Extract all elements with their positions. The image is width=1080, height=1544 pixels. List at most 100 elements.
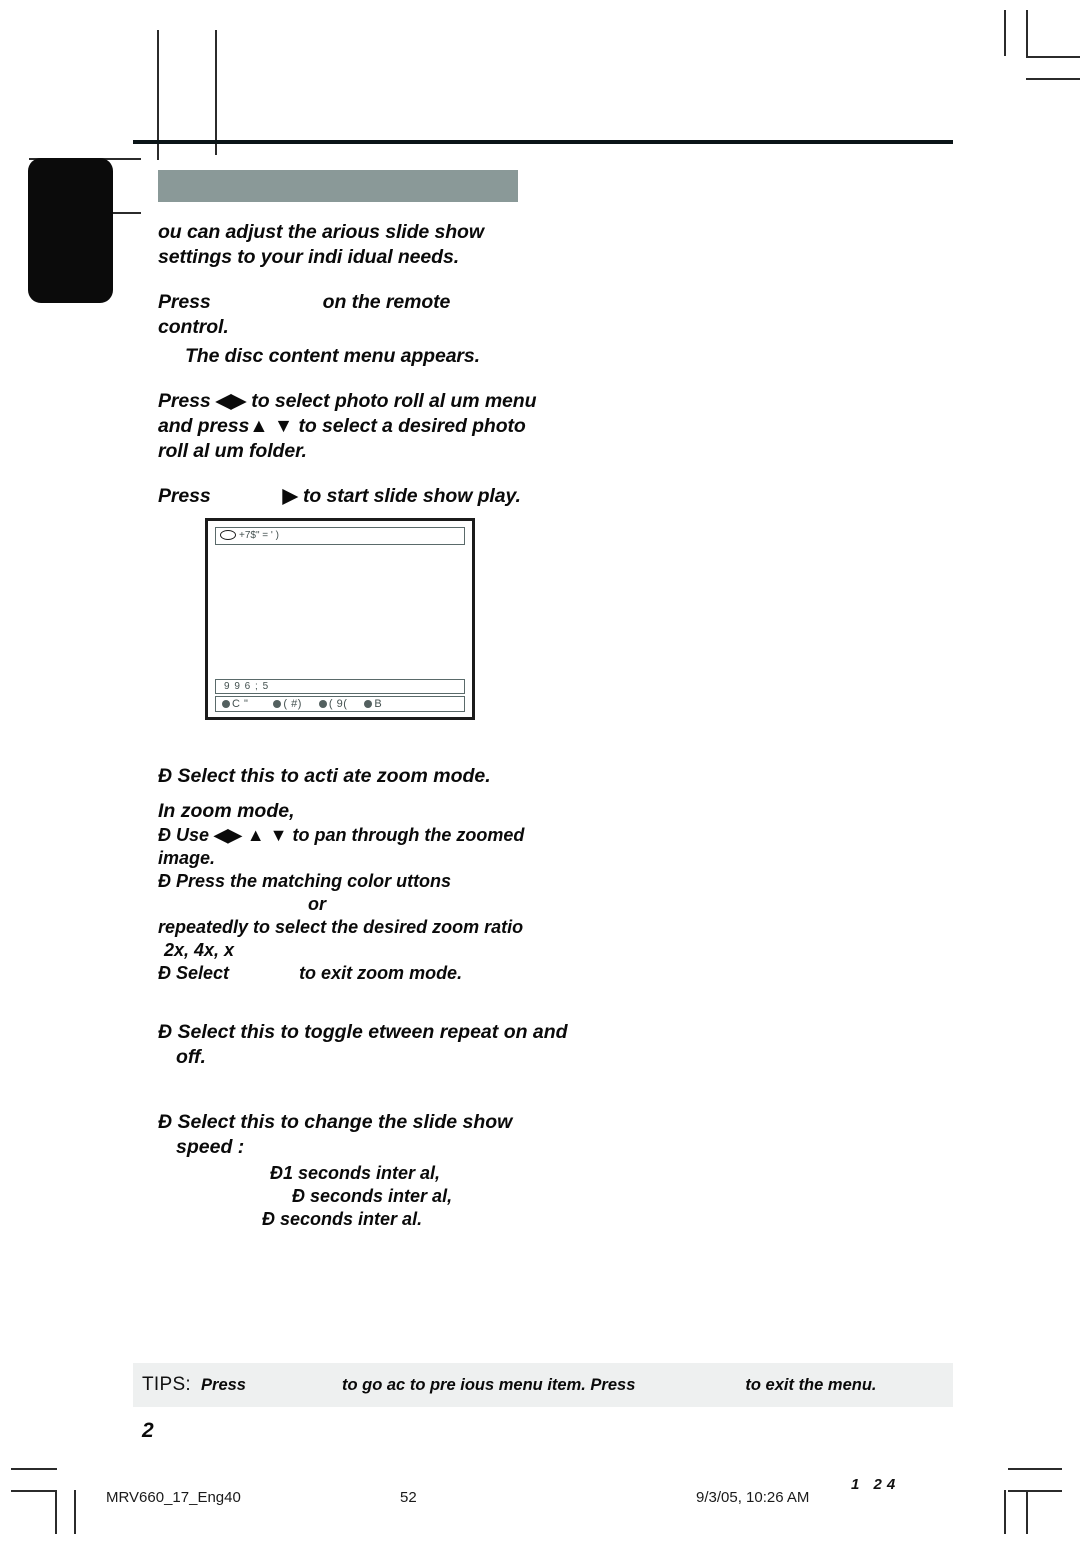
press-label-3: Press xyxy=(158,485,211,507)
crop-mark-bottom-right-h2 xyxy=(1008,1490,1062,1492)
control-label: control. xyxy=(158,316,229,338)
left-arrow-icon-2: ◀ xyxy=(214,825,228,845)
zoom-mode-section: Ð Select this to acti ate zoom mode. In … xyxy=(158,764,558,985)
speed-heading-text-1: Select this to change the slide show xyxy=(177,1111,513,1133)
tv-status-bar: 9 9 6 ; 5 xyxy=(215,679,465,694)
right-arrow-icon-2: ▶ xyxy=(227,825,242,845)
color-button-label-2: ( #) xyxy=(283,698,302,710)
bullet-icon-8: Ð xyxy=(292,1186,305,1206)
down-arrow-icon-2: ▼ xyxy=(269,825,288,845)
crop-mark-bottom-left-h2 xyxy=(11,1490,57,1492)
zoom-repeatedly-line: repeatedly to select the desired zoom ra… xyxy=(158,917,524,937)
disc-icon xyxy=(220,530,236,541)
speed-option-1-text: 1 seconds inter al, xyxy=(283,1163,441,1183)
crop-mark-bottom-right-v2 xyxy=(1026,1490,1028,1534)
header-rule xyxy=(133,140,953,144)
speed-option-1: Ð1 seconds inter al, xyxy=(158,1162,558,1185)
speed-option-3-text: seconds inter al. xyxy=(280,1209,423,1229)
speed-option-2-text: seconds inter al, xyxy=(310,1186,453,1206)
tv-title-bar: +7$" = ' ) xyxy=(215,527,465,545)
color-dot-2-icon xyxy=(273,700,282,709)
zoom-ratios-line: 2x, 4x, x xyxy=(164,940,235,960)
intro-paragraph: ou can adjust the arious slide show sett… xyxy=(158,221,484,268)
disc-menu-note: The disc content menu appears. xyxy=(185,345,480,367)
color-dot-3-icon xyxy=(318,700,327,709)
speed-heading-text-2: speed : xyxy=(176,1136,245,1158)
print-footer-page: 52 xyxy=(400,1489,417,1506)
bullet-icon-4: Ð xyxy=(158,963,171,983)
up-arrow-icon-2: ▲ xyxy=(246,825,265,845)
zoom-exit-select-label: Select xyxy=(176,963,230,983)
crop-mark-bottom-right-h xyxy=(1008,1468,1062,1470)
zoom-pan-image-text: image. xyxy=(158,848,216,868)
crop-mark-top-left-v2 xyxy=(215,30,217,155)
crop-mark-top-right-v2 xyxy=(1026,10,1028,58)
color-button-label-1: C " xyxy=(232,698,249,710)
color-button-label-3: ( 9( xyxy=(328,698,348,710)
zoom-color-buttons-line: Ð Press the matching color uttons xyxy=(158,870,558,893)
bullet-icon-2: Ð xyxy=(158,825,171,845)
tv-status-text: 9 9 6 ; 5 xyxy=(224,681,270,692)
speed-option-3: Ð seconds inter al. xyxy=(158,1208,558,1231)
print-footer-filename: MRV660_17_Eng40 xyxy=(106,1489,241,1506)
tips-end-text: to exit the menu. xyxy=(745,1375,877,1394)
page-content: ou can adjust the arious slide show sett… xyxy=(133,140,953,509)
index-tab-marker xyxy=(28,158,113,303)
start-slideshow-text: to start slide show play. xyxy=(302,485,521,507)
color-dot-4-icon xyxy=(364,700,373,709)
right-arrow-icon: ▶ xyxy=(230,390,246,412)
tv-title-text: +7$" = ' ) xyxy=(239,530,279,541)
bullet-icon-5: Ð xyxy=(158,1021,173,1043)
crop-mark-top-right-h xyxy=(1026,56,1080,58)
press-label-1: Press xyxy=(158,291,211,313)
print-footer-date: 9/3/05, 10:26 AM xyxy=(696,1489,810,1506)
zoom-color-buttons-text: Press the matching color uttons xyxy=(176,871,452,891)
crop-mark-top-right-v xyxy=(1004,10,1006,56)
select-album-text-3: to select a desired xyxy=(298,415,467,437)
on-remote-label: on the remote xyxy=(322,291,451,313)
zoom-activate-text: Select this to acti ate zoom mode. xyxy=(177,765,491,787)
zoom-exit-line: Ð Select to exit zoom mode. xyxy=(158,962,558,985)
zoom-pan-text: to pan through the zoomed xyxy=(292,825,525,845)
select-album-text-1: to select photo roll al um xyxy=(251,390,480,412)
tips-text: Press to go ac to pre ious menu item. Pre… xyxy=(201,1376,876,1395)
repeat-toggle-text-1: Select this to toggle etween repeat xyxy=(177,1021,499,1043)
tips-label: TIPS: xyxy=(142,1374,192,1395)
slideshow-speed-section: Ð Select this to change the slide show s… xyxy=(158,1110,558,1231)
zoom-pan-use-label: Use xyxy=(176,825,210,845)
color-button-label-4: B xyxy=(374,698,383,710)
crop-mark-top-right-h2 xyxy=(1026,78,1080,80)
print-footer-code: 1 24 xyxy=(851,1476,901,1493)
tv-color-button-bar: C " ( #) ( 9( B xyxy=(215,696,465,712)
crop-mark-bottom-left-h xyxy=(11,1468,57,1470)
bullet-icon-6: Ð xyxy=(158,1111,173,1133)
step-select-album: Press ◀▶ to select photo roll al um menu… xyxy=(158,389,553,464)
tips-press-label-1: Press xyxy=(201,1375,246,1394)
section-title-band xyxy=(158,170,518,202)
speed-option-2: Ð seconds inter al, xyxy=(158,1185,558,1208)
bullet-icon-7: Ð xyxy=(270,1163,283,1183)
zoom-or-line: or xyxy=(308,894,326,914)
color-dot-1-icon xyxy=(222,700,230,709)
zoom-pan-line: Ð Use ◀▶ ▲ ▼ to pan through the zoomed i… xyxy=(158,824,558,870)
bullet-icon-3: Ð xyxy=(158,871,171,891)
bullet-icon-9: Ð xyxy=(262,1209,275,1229)
down-arrow-icon: ▼ xyxy=(273,415,294,437)
press-label-2: Press xyxy=(158,390,211,412)
zoom-exit-text: to exit zoom mode. xyxy=(299,963,463,983)
page-number: 2 xyxy=(142,1419,154,1442)
tips-mid-text: to go ac to pre ious menu item. Press xyxy=(341,1375,636,1394)
up-arrow-icon: ▲ xyxy=(249,415,269,437)
crop-mark-bottom-right-v xyxy=(1004,1490,1006,1534)
in-zoom-mode-heading: In zoom mode, xyxy=(158,800,295,822)
crop-mark-bottom-left-v2 xyxy=(74,1490,76,1534)
bullet-icon-1: Ð xyxy=(158,765,173,787)
step-start-slideshow: Press ▶ to start slide show play. xyxy=(158,484,553,509)
tv-screen-figure: +7$" = ' ) 9 9 6 ; 5 C " ( #) ( 9( B xyxy=(205,518,475,720)
crop-mark-bottom-left-v xyxy=(55,1490,57,1534)
speed-heading: Ð Select this to change the slide show s… xyxy=(158,1110,558,1160)
repeat-toggle-section: Ð Select this to toggle etween repeat on… xyxy=(158,1020,576,1070)
play-arrow-icon: ▶ xyxy=(282,485,298,507)
step-press-remote: Press on the remote control. xyxy=(158,290,553,340)
tips-bar: TIPS: Press to go ac to pre ious menu ite… xyxy=(133,1363,953,1407)
